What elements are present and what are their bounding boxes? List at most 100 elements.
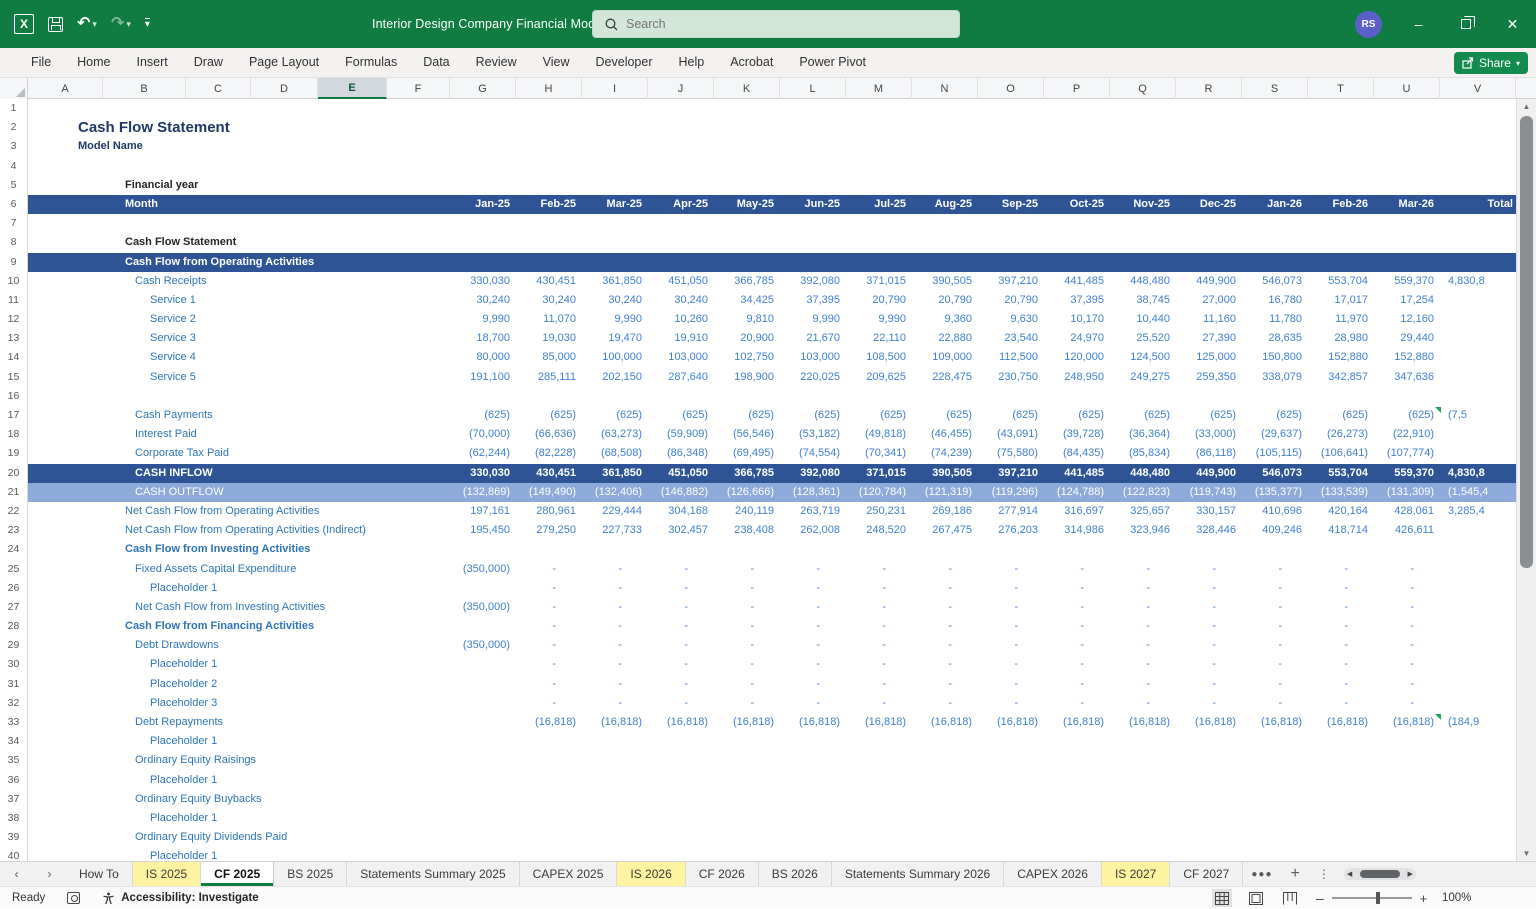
row-label[interactable]: Debt Drawdowns bbox=[28, 636, 450, 655]
sheet-tab-cf-2027[interactable]: CF 2027 bbox=[1170, 862, 1244, 886]
cell[interactable] bbox=[912, 732, 978, 751]
cell[interactable] bbox=[1176, 847, 1242, 861]
cell[interactable]: - bbox=[978, 579, 1044, 598]
cell[interactable] bbox=[846, 732, 912, 751]
cell[interactable]: (625) bbox=[978, 406, 1044, 425]
cell[interactable] bbox=[648, 790, 714, 809]
zoom-slider-thumb[interactable] bbox=[1375, 892, 1380, 904]
cell-total[interactable] bbox=[1440, 540, 1516, 559]
cell[interactable]: 108,500 bbox=[846, 348, 912, 367]
cell[interactable]: 152,880 bbox=[1308, 348, 1374, 367]
column-header-G[interactable]: G bbox=[450, 78, 516, 99]
cell[interactable] bbox=[1176, 157, 1242, 176]
cell[interactable] bbox=[978, 790, 1044, 809]
cell[interactable]: 27,000 bbox=[1176, 291, 1242, 310]
cell[interactable]: - bbox=[978, 560, 1044, 579]
cell[interactable]: 366,785 bbox=[714, 464, 780, 483]
cell[interactable] bbox=[516, 176, 582, 195]
cell[interactable]: 248,950 bbox=[1044, 368, 1110, 387]
cell[interactable] bbox=[582, 809, 648, 828]
cell[interactable]: 34,425 bbox=[714, 291, 780, 310]
cell[interactable] bbox=[1242, 809, 1308, 828]
cell[interactable]: - bbox=[1374, 560, 1440, 579]
cell[interactable]: 27,390 bbox=[1176, 329, 1242, 348]
cell[interactable] bbox=[516, 233, 582, 252]
cell[interactable]: - bbox=[582, 617, 648, 636]
cell[interactable]: 152,880 bbox=[1374, 348, 1440, 367]
cell[interactable] bbox=[1308, 137, 1374, 156]
cell[interactable] bbox=[582, 828, 648, 847]
cell[interactable] bbox=[912, 233, 978, 252]
cell[interactable] bbox=[780, 847, 846, 861]
cell[interactable]: 418,714 bbox=[1308, 521, 1374, 540]
cell[interactable]: 280,961 bbox=[516, 502, 582, 521]
cell[interactable] bbox=[450, 579, 516, 598]
cell[interactable] bbox=[1110, 732, 1176, 751]
cell[interactable]: (146,882) bbox=[648, 483, 714, 502]
cell[interactable]: (16,818) bbox=[912, 713, 978, 732]
cell[interactable] bbox=[912, 847, 978, 861]
cell[interactable] bbox=[516, 540, 582, 559]
ribbon-tab-page-layout[interactable]: Page Layout bbox=[236, 48, 332, 77]
column-header-P[interactable]: P bbox=[1044, 78, 1110, 99]
cell[interactable] bbox=[780, 790, 846, 809]
cell[interactable]: 449,900 bbox=[1176, 464, 1242, 483]
ribbon-tab-data[interactable]: Data bbox=[410, 48, 462, 77]
cell[interactable] bbox=[1110, 137, 1176, 156]
vertical-scrollbar-thumb[interactable] bbox=[1520, 116, 1533, 568]
cell[interactable] bbox=[1308, 540, 1374, 559]
horizontal-scrollbar[interactable]: ◀ ▶ bbox=[1343, 868, 1416, 880]
row-label[interactable]: Ordinary Equity Raisings bbox=[28, 751, 450, 770]
cell[interactable] bbox=[648, 809, 714, 828]
cell[interactable] bbox=[1308, 214, 1374, 233]
cell[interactable]: 338,079 bbox=[1242, 368, 1308, 387]
cell[interactable] bbox=[1044, 253, 1110, 272]
cell[interactable]: (625) bbox=[516, 406, 582, 425]
cell[interactable]: (16,818) bbox=[1308, 713, 1374, 732]
cell[interactable] bbox=[1176, 809, 1242, 828]
row-header-26[interactable]: 26 bbox=[0, 578, 28, 598]
cell[interactable] bbox=[516, 157, 582, 176]
cell[interactable]: - bbox=[1044, 598, 1110, 617]
cell[interactable]: - bbox=[516, 617, 582, 636]
cell[interactable] bbox=[1176, 771, 1242, 790]
cell[interactable] bbox=[1242, 771, 1308, 790]
cell[interactable]: 392,080 bbox=[780, 464, 846, 483]
cell[interactable]: 12,160 bbox=[1374, 310, 1440, 329]
cell[interactable] bbox=[1308, 751, 1374, 770]
cell[interactable]: 410,696 bbox=[1242, 502, 1308, 521]
cell[interactable]: (128,361) bbox=[780, 483, 846, 502]
cell[interactable]: 230,750 bbox=[978, 368, 1044, 387]
cell[interactable] bbox=[780, 387, 846, 406]
cell[interactable] bbox=[714, 157, 780, 176]
row-label[interactable]: Placeholder 3 bbox=[28, 694, 450, 713]
cell[interactable]: (68,508) bbox=[582, 444, 648, 463]
cell-total[interactable] bbox=[1440, 310, 1516, 329]
cell[interactable] bbox=[1044, 157, 1110, 176]
cell-total[interactable]: 3,285,4 bbox=[1440, 502, 1516, 521]
cell[interactable]: - bbox=[582, 636, 648, 655]
cell[interactable] bbox=[648, 847, 714, 861]
cell[interactable] bbox=[516, 847, 582, 861]
cell[interactable]: - bbox=[1374, 655, 1440, 674]
cell[interactable]: 24,970 bbox=[1044, 329, 1110, 348]
cell[interactable] bbox=[450, 847, 516, 861]
cell-total[interactable] bbox=[1440, 233, 1516, 252]
cell[interactable] bbox=[1374, 809, 1440, 828]
cell-total[interactable] bbox=[1440, 847, 1516, 861]
cell[interactable]: 20,790 bbox=[846, 291, 912, 310]
cell[interactable]: - bbox=[912, 655, 978, 674]
cell[interactable]: - bbox=[912, 617, 978, 636]
cell[interactable]: (53,182) bbox=[780, 425, 846, 444]
row-label[interactable]: Interest Paid bbox=[28, 425, 450, 444]
cell[interactable]: (149,490) bbox=[516, 483, 582, 502]
cell[interactable] bbox=[780, 751, 846, 770]
column-header-M[interactable]: M bbox=[846, 78, 912, 99]
cell-total[interactable]: 4,830,8 bbox=[1440, 272, 1516, 291]
cell[interactable]: 228,475 bbox=[912, 368, 978, 387]
cell-total[interactable] bbox=[1440, 809, 1516, 828]
cell[interactable]: (70,341) bbox=[846, 444, 912, 463]
cell[interactable] bbox=[846, 214, 912, 233]
cell[interactable]: (625) bbox=[450, 406, 516, 425]
cell[interactable]: (16,818) bbox=[978, 713, 1044, 732]
